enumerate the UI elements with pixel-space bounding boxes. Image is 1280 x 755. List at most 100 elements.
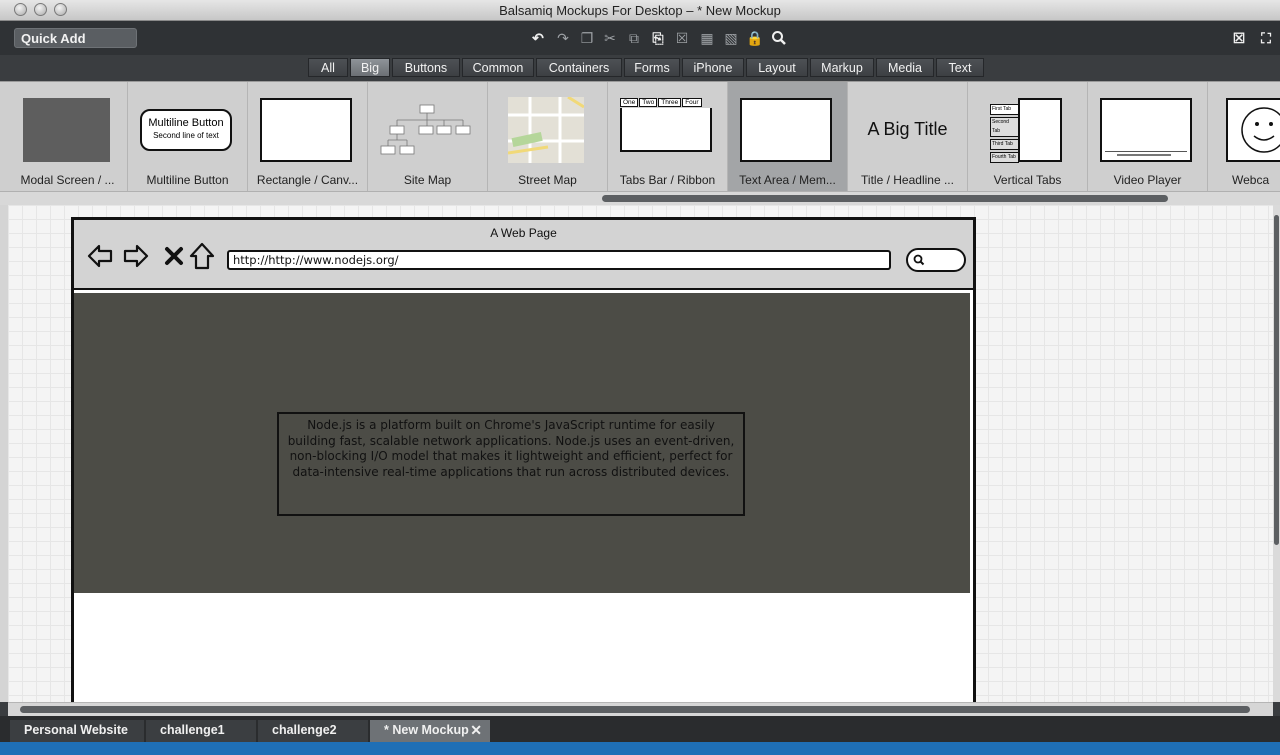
component-text-area[interactable]: Text Area / Mem... bbox=[728, 82, 848, 192]
fullscreen-icon[interactable]: ⛶ bbox=[1256, 28, 1276, 48]
window-title: Balsamiq Mockups For Desktop – * New Moc… bbox=[499, 3, 781, 18]
tab-preview-label: Four bbox=[682, 98, 702, 107]
webcam-preview bbox=[1226, 98, 1280, 162]
copy-icon[interactable]: ⧉ bbox=[624, 28, 644, 48]
component-vertical-tabs[interactable]: First Tab Second Tab Third Tab Fourth Ta… bbox=[968, 82, 1088, 192]
component-label: Multiline Button bbox=[146, 173, 229, 187]
forward-arrow-icon[interactable] bbox=[122, 242, 150, 270]
doc-tab-challenge1[interactable]: challenge1 bbox=[146, 720, 256, 742]
component-strip-scroll-thumb[interactable] bbox=[602, 195, 1168, 202]
component-street-map[interactable]: Street Map bbox=[488, 82, 608, 192]
cut-icon[interactable]: ✂ bbox=[600, 28, 620, 48]
component-library: Modal Screen / ... Multiline Button Seco… bbox=[0, 81, 1280, 192]
doc-tab-label: * New Mockup bbox=[384, 723, 469, 737]
filter-text[interactable]: Text bbox=[936, 58, 984, 77]
filter-all[interactable]: All bbox=[308, 58, 348, 77]
search-icon bbox=[913, 254, 925, 266]
canvas-horizontal-scroll-thumb[interactable] bbox=[20, 706, 1250, 713]
filter-media[interactable]: Media bbox=[876, 58, 934, 77]
tab-preview-label: Three bbox=[658, 98, 682, 107]
close-tab-icon[interactable]: ✕ bbox=[470, 722, 482, 739]
component-multiline-button[interactable]: Multiline Button Second line of text Mul… bbox=[128, 82, 248, 192]
component-modal-screen[interactable]: Modal Screen / ... bbox=[8, 82, 128, 192]
close-box-icon[interactable]: ☒ bbox=[1229, 28, 1249, 48]
vtab-preview-label: Fourth Tab bbox=[990, 152, 1019, 163]
doc-tab-new-mockup[interactable]: * New Mockup ✕ bbox=[370, 720, 490, 742]
vtab-preview-label: Second Tab bbox=[990, 117, 1019, 137]
smiley-icon bbox=[1241, 107, 1280, 153]
component-strip-scrollbar[interactable] bbox=[0, 191, 1280, 205]
component-site-map[interactable]: Site Map bbox=[368, 82, 488, 192]
group-icon[interactable]: ▦ bbox=[697, 28, 717, 48]
canvas-horizontal-scrollbar[interactable] bbox=[8, 702, 1273, 716]
toolbar: Quick Add ↶ ↷ ❐ ✂ ⧉ ⎘ ☒ ▦ ▧ 🔒 ☒ ⛶ bbox=[0, 21, 1280, 55]
url-field[interactable]: http://http://www.nodejs.org/ bbox=[227, 250, 891, 270]
browser-window-mockup[interactable]: A Web Page http://http://www.nodejs.org/… bbox=[71, 217, 976, 702]
tab-preview-label: Two bbox=[639, 98, 658, 107]
tab-preview-label: One bbox=[620, 98, 639, 107]
browser-search-field[interactable] bbox=[906, 248, 966, 272]
paste-icon[interactable]: ⎘ bbox=[648, 28, 668, 48]
component-label: Video Player bbox=[1113, 173, 1182, 187]
tabs-bar-preview: One Two Three Four bbox=[620, 98, 712, 152]
filter-layout[interactable]: Layout bbox=[746, 58, 808, 77]
filter-common[interactable]: Common bbox=[462, 58, 534, 77]
ungroup-icon[interactable]: ▧ bbox=[721, 28, 741, 48]
browser-header: A Web Page http://http://www.nodejs.org/ bbox=[74, 220, 973, 290]
mockup-canvas[interactable]: A Web Page http://http://www.nodejs.org/… bbox=[8, 205, 1273, 702]
page-title: A Web Page bbox=[490, 226, 557, 240]
component-tabs-bar[interactable]: One Two Three Four Tabs Bar / Ribbon bbox=[608, 82, 728, 192]
component-label: Street Map bbox=[518, 173, 577, 187]
search-icon[interactable] bbox=[769, 28, 789, 48]
vtab-preview-label: Third Tab bbox=[990, 139, 1019, 150]
title-preview: A Big Title bbox=[867, 119, 948, 139]
text-area-node-description[interactable]: Node.js is a platform built on Chrome's … bbox=[277, 412, 745, 516]
doc-tab-challenge2[interactable]: challenge2 bbox=[258, 720, 368, 742]
delete-icon[interactable]: ☒ bbox=[672, 28, 692, 48]
canvas-left-gutter bbox=[0, 205, 8, 702]
component-label: Webca bbox=[1232, 173, 1270, 187]
stop-icon[interactable] bbox=[160, 242, 188, 270]
filter-big[interactable]: Big bbox=[350, 58, 390, 77]
modal-preview bbox=[23, 98, 110, 162]
canvas-vertical-scroll-thumb[interactable] bbox=[1274, 215, 1279, 545]
component-webcam[interactable]: Webca bbox=[1208, 82, 1280, 192]
multiline-preview: Multiline Button Second line of text bbox=[140, 109, 232, 151]
filter-markup[interactable]: Markup bbox=[810, 58, 874, 77]
quick-add-input[interactable]: Quick Add bbox=[14, 28, 137, 48]
component-label: Tabs Bar / Ribbon bbox=[619, 173, 716, 187]
rectangle-preview bbox=[260, 98, 352, 162]
redo-icon[interactable]: ↷ bbox=[553, 28, 573, 48]
undo-icon[interactable]: ↶ bbox=[528, 28, 548, 48]
page-content-area[interactable]: Node.js is a platform built on Chrome's … bbox=[74, 293, 970, 593]
title-bar: Balsamiq Mockups For Desktop – * New Moc… bbox=[0, 0, 1280, 21]
video-player-preview bbox=[1100, 98, 1192, 162]
vertical-tabs-panel bbox=[1018, 98, 1062, 162]
document-tabs: Personal Website challenge1 challenge2 *… bbox=[0, 716, 1280, 742]
home-icon[interactable] bbox=[188, 242, 216, 270]
filter-buttons[interactable]: Buttons bbox=[392, 58, 460, 77]
component-title-headline[interactable]: A Big Title Title / Headline ... bbox=[848, 82, 968, 192]
vtab-preview-label: First Tab bbox=[990, 104, 1019, 115]
back-arrow-icon[interactable] bbox=[86, 242, 114, 270]
status-bar bbox=[0, 742, 1280, 755]
duplicate-icon[interactable]: ❐ bbox=[577, 28, 597, 48]
street-map-preview bbox=[508, 97, 584, 163]
filter-forms[interactable]: Forms bbox=[624, 58, 680, 77]
vertical-tabs-list: First Tab Second Tab Third Tab Fourth Ta… bbox=[990, 104, 1019, 163]
doc-tab-personal-website[interactable]: Personal Website bbox=[10, 720, 144, 742]
app-window: Balsamiq Mockups For Desktop – * New Moc… bbox=[0, 0, 1280, 755]
component-label: Title / Headline ... bbox=[861, 173, 954, 187]
filter-iphone[interactable]: iPhone bbox=[682, 58, 744, 77]
component-rectangle[interactable]: Rectangle / Canv... bbox=[248, 82, 368, 192]
canvas-vertical-scrollbar[interactable] bbox=[1273, 205, 1280, 702]
component-label: Site Map bbox=[403, 173, 452, 187]
filter-containers[interactable]: Containers bbox=[536, 58, 622, 77]
site-map-preview bbox=[380, 104, 471, 155]
component-video-player[interactable]: Video Player bbox=[1088, 82, 1208, 192]
video-controls-icon bbox=[1105, 151, 1187, 157]
tabs-preview-row: One Two Three Four bbox=[620, 98, 702, 107]
lock-icon[interactable]: 🔒 bbox=[745, 28, 765, 48]
multiline-preview-line1: Multiline Button bbox=[148, 117, 224, 129]
multiline-preview-line2: Second line of text bbox=[153, 131, 219, 140]
